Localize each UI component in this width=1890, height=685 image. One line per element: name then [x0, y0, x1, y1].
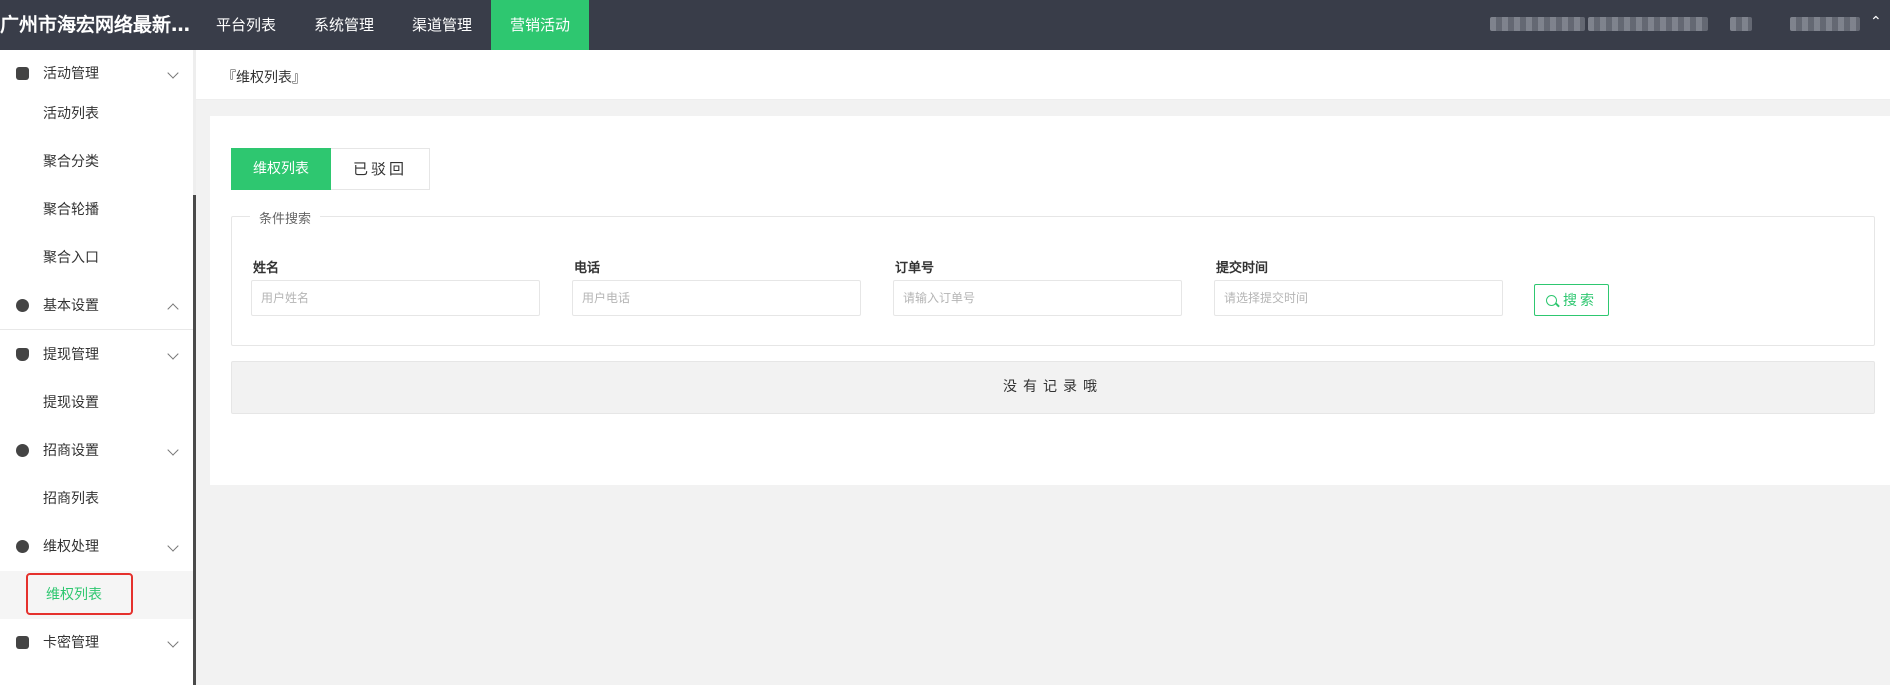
sidebar-item-agg-entry[interactable]: 聚合入口 — [0, 234, 193, 282]
search-fieldset: 条件搜索 姓名 电话 订单号 提交时间 搜索 — [231, 208, 1875, 346]
tab-bar: 维权列表 已驳回 — [231, 148, 431, 190]
sidebar-group-label: 提现管理 — [43, 347, 99, 363]
sidebar-group-card[interactable]: 卡密管理 — [0, 619, 193, 667]
sidebar-item-agg-category[interactable]: 聚合分类 — [0, 138, 193, 186]
breadcrumb: 『维权列表』 — [222, 70, 306, 86]
search-icon — [1546, 294, 1557, 306]
chevron-down-icon — [167, 444, 179, 456]
submit-time-input[interactable] — [1214, 280, 1503, 316]
card-icon — [16, 636, 29, 649]
chevron-down-icon — [167, 636, 179, 648]
main-content: 『维权列表』 维权列表 已驳回 条件搜索 姓名 电话 订单号 提交时间 搜索 没… — [196, 50, 1890, 685]
phone-label: 电话 — [574, 261, 601, 276]
sidebar-group-withdraw[interactable]: 提现管理 — [0, 331, 193, 379]
sidebar-group-label: 维权处理 — [43, 539, 99, 555]
sidebar-item-invest-list[interactable]: 招商列表 — [0, 475, 193, 523]
topnav-item-platform-list[interactable]: 平台列表 — [197, 0, 295, 50]
empty-table-message: 没有记录哦 — [231, 361, 1875, 414]
app-title: 广州市海宏网络最新红包系统 — [0, 14, 193, 36]
sidebar-group-rights[interactable]: 维权处理 — [0, 523, 193, 571]
compass-icon — [16, 444, 29, 457]
submit-time-label: 提交时间 — [1216, 261, 1269, 276]
chevron-up-icon[interactable]: ⌃ — [1870, 14, 1882, 30]
top-bar: 广州市海宏网络最新红包系统 平台列表 系统管理 渠道管理 营销活动 ⌃ — [0, 0, 1890, 50]
highlight-annotation-box — [26, 573, 133, 615]
sidebar-group-basic-settings[interactable]: 基本设置 — [0, 282, 193, 330]
sidebar-group-label: 卡密管理 — [43, 635, 99, 651]
lock-icon — [16, 67, 29, 80]
tab-rights-list[interactable]: 维权列表 — [231, 148, 331, 190]
chevron-down-icon — [167, 67, 179, 79]
sidebar-group-label: 基本设置 — [43, 298, 99, 314]
user-circle-icon — [16, 540, 29, 553]
order-label: 订单号 — [895, 261, 935, 276]
topnav-item-channel-management[interactable]: 渠道管理 — [393, 0, 491, 50]
content-card: 维权列表 已驳回 条件搜索 姓名 电话 订单号 提交时间 搜索 没有记录哦 — [210, 116, 1890, 485]
blurred-user-avatar[interactable] — [1790, 17, 1860, 31]
blurred-user-info — [1730, 17, 1752, 31]
topnav-item-marketing-activity[interactable]: 营销活动 — [491, 0, 590, 50]
name-label: 姓名 — [253, 261, 280, 276]
chevron-up-icon — [167, 303, 179, 315]
breadcrumb-bar: 『维权列表』 — [196, 50, 1890, 100]
order-number-input[interactable] — [893, 280, 1182, 316]
sidebar-item-agg-carousel[interactable]: 聚合轮播 — [0, 186, 193, 234]
link-icon — [16, 299, 29, 312]
sidebar-item-activity-list[interactable]: 活动列表 — [0, 90, 193, 138]
sidebar-item-withdraw-settings[interactable]: 提现设置 — [0, 379, 193, 427]
search-legend: 条件搜索 — [250, 208, 321, 227]
phone-input[interactable] — [572, 280, 861, 316]
top-nav: 平台列表 系统管理 渠道管理 营销活动 — [197, 0, 590, 50]
search-button-label: 搜索 — [1563, 293, 1597, 309]
tab-rejected[interactable]: 已驳回 — [331, 148, 431, 190]
money-bag-icon — [16, 348, 29, 361]
sidebar-group-label: 招商设置 — [43, 443, 99, 459]
search-button[interactable]: 搜索 — [1534, 284, 1609, 316]
sidebar-group-invest[interactable]: 招商设置 — [0, 427, 193, 475]
chevron-down-icon — [167, 540, 179, 552]
blurred-user-info — [1588, 17, 1708, 31]
chevron-down-icon — [167, 348, 179, 360]
name-input[interactable] — [251, 280, 540, 316]
topnav-item-system-management[interactable]: 系统管理 — [295, 0, 393, 50]
blurred-user-info — [1490, 17, 1585, 31]
